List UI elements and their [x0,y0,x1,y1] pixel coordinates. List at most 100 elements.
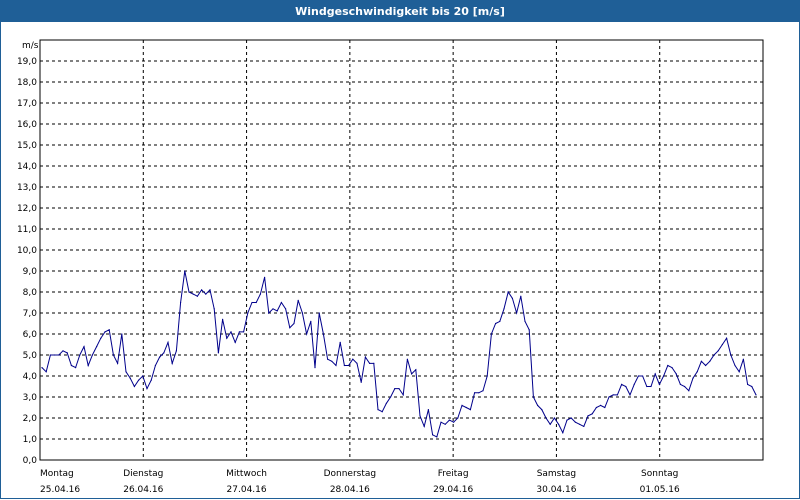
data-point [503,308,505,310]
y-tick-label: 5,0 [23,351,38,361]
data-point [285,308,287,310]
data-point [230,331,232,333]
data-point [566,419,568,421]
data-point [163,352,165,354]
data-point [209,289,211,291]
data-point [83,346,85,348]
data-point [243,331,245,333]
data-point [201,289,203,291]
data-point [259,293,261,295]
series-points [41,270,757,438]
data-point [742,358,745,360]
day-date-label: 26.04.16 [123,485,163,495]
y-tick-label: 3,0 [23,393,38,403]
data-point [511,297,513,299]
data-point [587,415,589,417]
data-point [222,318,224,320]
data-point [755,394,757,396]
data-point [637,375,640,377]
data-point [730,354,732,356]
data-point [356,362,358,364]
data-point [532,396,535,398]
data-point [625,385,627,388]
data-point [520,295,522,297]
data-point [495,322,497,325]
data-point [289,327,291,329]
data-point [688,390,690,392]
data-point [478,392,480,394]
grid-lines [40,40,763,460]
data-point [751,385,753,388]
data-point [486,375,488,377]
data-point [348,364,350,367]
data-point [196,295,198,297]
data-point [423,425,425,427]
data-point [629,394,631,396]
data-point [406,358,408,360]
data-point [104,331,106,333]
data-point [297,299,299,301]
x-axis-labels: Montag 25.04.16 Dienstag 26.04.16 Mittwoch 27… [40,469,680,495]
data-point [692,377,694,379]
data-point [415,369,417,371]
data-point [490,333,492,335]
data-point [642,375,644,377]
y-tick-label: 1,0 [23,435,38,445]
day-date-label: 27.04.16 [227,485,267,495]
data-point [96,346,98,348]
data-point [180,301,182,304]
data-point [671,367,673,369]
y-tick-label: 2,0 [23,414,38,424]
data-point [175,350,177,352]
data-point [663,375,665,377]
data-point [335,364,337,367]
data-point [352,358,354,360]
day-name-label: Montag [40,469,74,479]
data-point [318,312,320,314]
data-point [646,385,648,388]
data-point [377,409,379,411]
data-point [713,354,715,356]
data-point [79,354,81,356]
y-tick-label: 14,0 [17,162,37,172]
data-point [75,367,77,369]
data-point [734,364,736,367]
data-point [205,293,207,295]
data-point [188,291,190,293]
data-point [394,388,396,390]
data-point [667,364,669,367]
data-point [217,352,219,354]
data-point [133,385,135,388]
data-point [54,354,56,356]
y-tick-label: 6,0 [23,330,38,340]
y-tick-label: 11,0 [17,225,37,235]
data-point [721,343,724,346]
data-point [331,360,333,362]
data-point [125,371,127,373]
data-point [448,419,450,421]
y-tick-label: 16,0 [17,120,37,130]
data-point [474,392,476,394]
data-point [679,383,682,385]
y-tick-label: 15,0 [17,141,37,151]
y-tick-label: 18,0 [17,78,37,88]
data-point [184,270,186,272]
data-point [226,337,228,339]
data-point [360,381,362,383]
data-point [117,362,119,364]
data-point [583,425,585,427]
data-point [558,423,560,425]
data-point [373,362,375,364]
data-point [738,371,740,373]
data-point [167,341,169,343]
data-point [604,406,606,409]
data-point [461,404,463,406]
data-point [369,362,371,364]
data-point [675,373,677,375]
data-point [213,308,215,310]
data-point [616,394,619,396]
data-point [717,350,719,352]
data-point [612,394,614,396]
y-tick-label: 8,0 [23,288,38,298]
data-point [608,396,610,398]
